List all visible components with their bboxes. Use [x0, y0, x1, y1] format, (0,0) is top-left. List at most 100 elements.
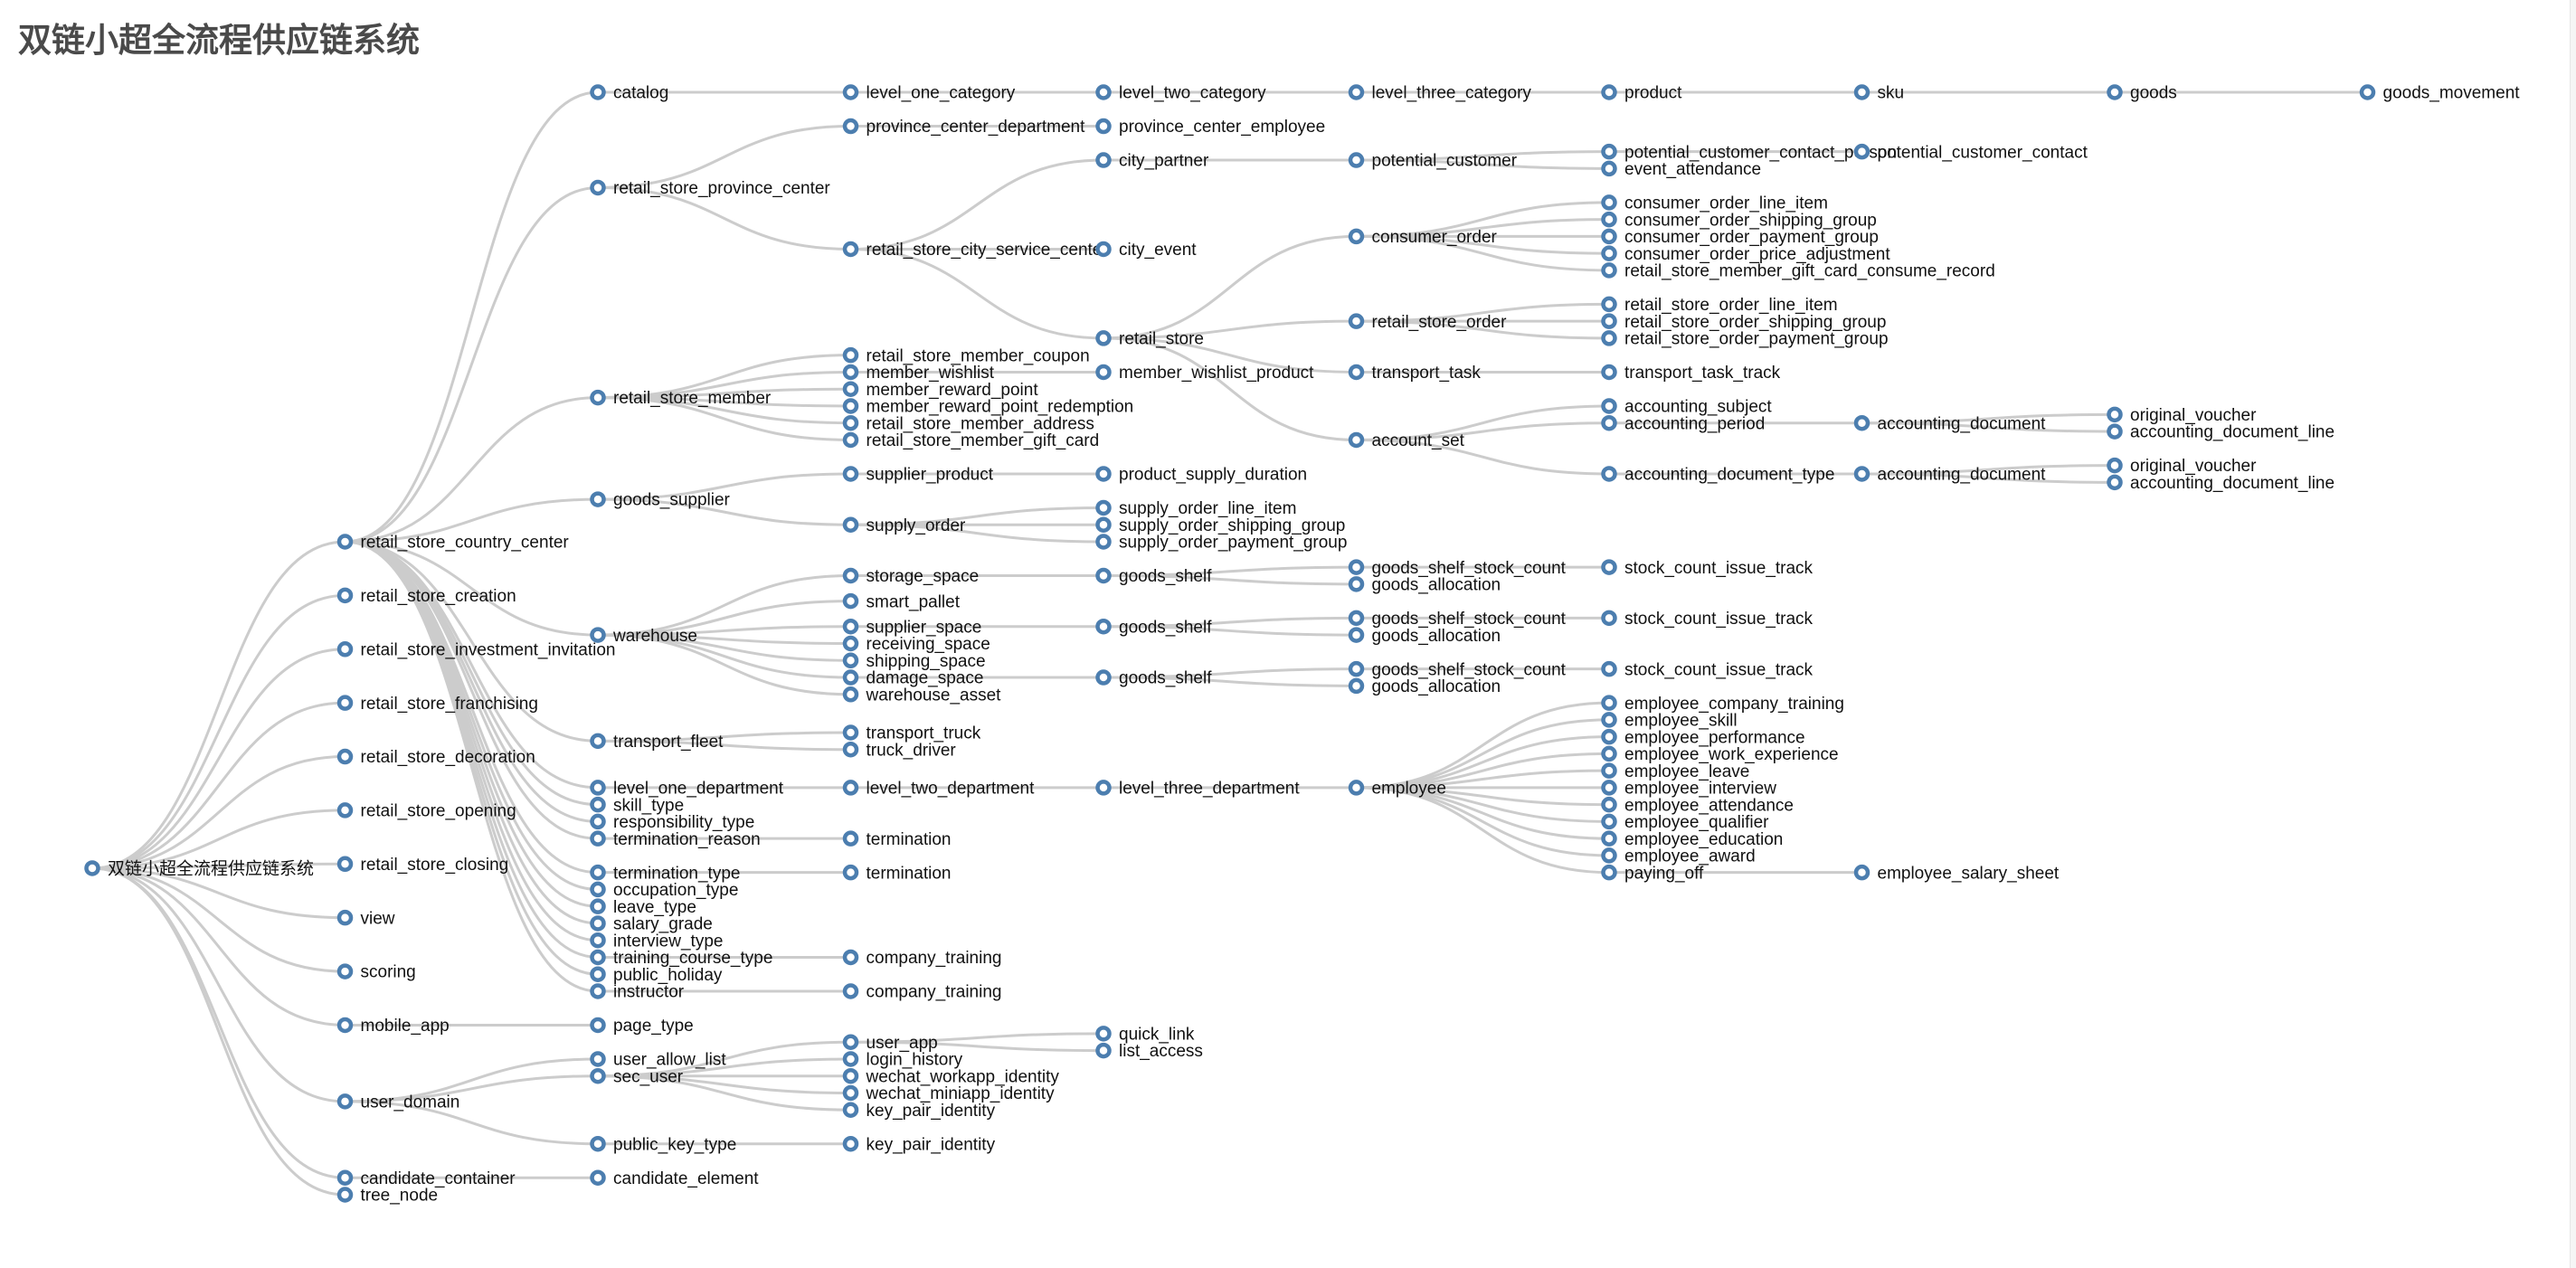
- node-circle-icon[interactable]: [1348, 677, 1365, 695]
- tree-node[interactable]: termination_reason: [590, 830, 761, 849]
- node-circle-icon[interactable]: [1095, 567, 1112, 584]
- tree-node[interactable]: retail_store_member: [590, 389, 772, 408]
- node-circle-icon[interactable]: [1095, 241, 1112, 258]
- tree-node[interactable]: goods_allocation: [1348, 677, 1501, 696]
- node-circle-icon[interactable]: [1601, 762, 1617, 779]
- node-circle-icon[interactable]: [1348, 576, 1365, 592]
- node-circle-icon[interactable]: [842, 1084, 859, 1102]
- node-circle-icon[interactable]: [1348, 431, 1365, 449]
- tree-node[interactable]: tree_node: [336, 1187, 438, 1206]
- node-circle-icon[interactable]: [842, 780, 859, 796]
- node-circle-icon[interactable]: [590, 179, 606, 196]
- tree-node[interactable]: retail_store_member_gift_card: [842, 431, 1099, 450]
- node-circle-icon[interactable]: [1601, 398, 1617, 414]
- tree-node[interactable]: retail_store_order: [1348, 313, 1507, 332]
- tree-node[interactable]: accounting_period: [1601, 414, 1766, 433]
- node-circle-icon[interactable]: [1601, 228, 1617, 245]
- tree-node[interactable]: termination: [842, 864, 952, 883]
- node-circle-icon[interactable]: [336, 1169, 354, 1186]
- tree-node[interactable]: accounting_document_type: [1601, 466, 1835, 485]
- node-circle-icon[interactable]: [1095, 534, 1112, 550]
- tree-node[interactable]: retail_store_province_center: [590, 179, 831, 198]
- tree-node[interactable]: termination: [842, 830, 952, 849]
- tree-node[interactable]: stock_count_issue_track: [1601, 610, 1814, 629]
- node-circle-icon[interactable]: [842, 592, 859, 610]
- node-circle-icon[interactable]: [1095, 516, 1112, 533]
- node-circle-icon[interactable]: [1095, 466, 1112, 482]
- node-circle-icon[interactable]: [1601, 864, 1617, 881]
- tree-node[interactable]: smart_pallet: [842, 592, 961, 611]
- node-circle-icon[interactable]: [1348, 228, 1365, 245]
- node-circle-icon[interactable]: [1095, 152, 1112, 168]
- node-circle-icon[interactable]: [1348, 627, 1365, 643]
- node-circle-icon[interactable]: [1601, 745, 1617, 762]
- node-circle-icon[interactable]: [590, 1169, 606, 1186]
- tree-node[interactable]: retail_store_closing: [336, 856, 508, 875]
- node-circle-icon[interactable]: [1601, 695, 1617, 711]
- node-circle-icon[interactable]: [1601, 262, 1617, 279]
- node-circle-icon[interactable]: [1601, 660, 1617, 677]
- node-circle-icon[interactable]: [1853, 84, 1870, 100]
- tree-node[interactable]: goods_supplier: [590, 491, 731, 510]
- node-circle-icon[interactable]: [590, 1135, 606, 1152]
- node-circle-icon[interactable]: [336, 856, 354, 873]
- tree-node[interactable]: event_attendance: [1601, 160, 1762, 179]
- node-circle-icon[interactable]: [842, 686, 859, 703]
- node-circle-icon[interactable]: [590, 915, 606, 932]
- node-circle-icon[interactable]: [1095, 364, 1112, 381]
- tree-node[interactable]: employee_salary_sheet: [1853, 864, 2060, 883]
- tree-node[interactable]: retail_store_opening: [336, 802, 516, 821]
- node-circle-icon[interactable]: [842, 516, 859, 533]
- node-circle-icon[interactable]: [84, 860, 100, 876]
- node-circle-icon[interactable]: [842, 983, 859, 999]
- node-circle-icon[interactable]: [2107, 84, 2123, 100]
- node-circle-icon[interactable]: [336, 963, 354, 979]
- tree-node[interactable]: company_training: [842, 983, 1001, 1002]
- node-circle-icon[interactable]: [2107, 406, 2123, 423]
- node-circle-icon[interactable]: [336, 1017, 354, 1034]
- node-circle-icon[interactable]: [1095, 1042, 1112, 1059]
- node-circle-icon[interactable]: [2107, 474, 2123, 491]
- tree-node[interactable]: level_two_category: [1095, 84, 1267, 103]
- node-circle-icon[interactable]: [336, 802, 354, 819]
- node-circle-icon[interactable]: [842, 241, 859, 258]
- tree-node[interactable]: potential_customer_contact: [1853, 143, 2088, 162]
- node-circle-icon[interactable]: [842, 741, 859, 758]
- node-circle-icon[interactable]: [590, 627, 606, 643]
- node-circle-icon[interactable]: [1601, 364, 1617, 381]
- tree-node[interactable]: retail_store_country_center: [336, 534, 569, 553]
- node-circle-icon[interactable]: [590, 898, 606, 914]
- node-circle-icon[interactable]: [336, 909, 354, 926]
- node-circle-icon[interactable]: [336, 695, 354, 711]
- node-circle-icon[interactable]: [336, 534, 354, 550]
- node-circle-icon[interactable]: [842, 398, 859, 414]
- node-circle-icon[interactable]: [1348, 364, 1365, 381]
- node-circle-icon[interactable]: [590, 780, 606, 796]
- node-circle-icon[interactable]: [1601, 712, 1617, 728]
- node-circle-icon[interactable]: [1601, 160, 1617, 177]
- tree-node[interactable]: stock_count_issue_track: [1601, 559, 1814, 578]
- tree-node[interactable]: view: [336, 909, 395, 928]
- tree-node[interactable]: candidate_element: [590, 1169, 760, 1188]
- tree-node[interactable]: product: [1601, 84, 1683, 103]
- node-circle-icon[interactable]: [590, 932, 606, 949]
- node-circle-icon[interactable]: [842, 567, 859, 584]
- tree-node[interactable]: supply_order_payment_group: [1095, 534, 1348, 553]
- node-circle-icon[interactable]: [1348, 660, 1365, 677]
- node-circle-icon[interactable]: [1095, 330, 1112, 346]
- node-circle-icon[interactable]: [1601, 559, 1617, 575]
- node-circle-icon[interactable]: [842, 466, 859, 482]
- tree-node[interactable]: stock_count_issue_track: [1601, 660, 1814, 679]
- node-circle-icon[interactable]: [590, 1017, 606, 1034]
- tree-node[interactable]: product_supply_duration: [1095, 466, 1308, 485]
- tree-node[interactable]: level_three_category: [1348, 84, 1531, 103]
- tree-node[interactable]: accounting_document: [1853, 414, 2046, 433]
- tree-node[interactable]: truck_driver: [842, 741, 956, 760]
- node-circle-icon[interactable]: [842, 364, 859, 381]
- node-circle-icon[interactable]: [1095, 618, 1112, 635]
- node-circle-icon[interactable]: [842, 381, 859, 397]
- node-circle-icon[interactable]: [590, 830, 606, 847]
- node-circle-icon[interactable]: [842, 618, 859, 635]
- tree-node[interactable]: province_center_employee: [1095, 118, 1326, 137]
- tree-node[interactable]: retail_store_creation: [336, 587, 516, 606]
